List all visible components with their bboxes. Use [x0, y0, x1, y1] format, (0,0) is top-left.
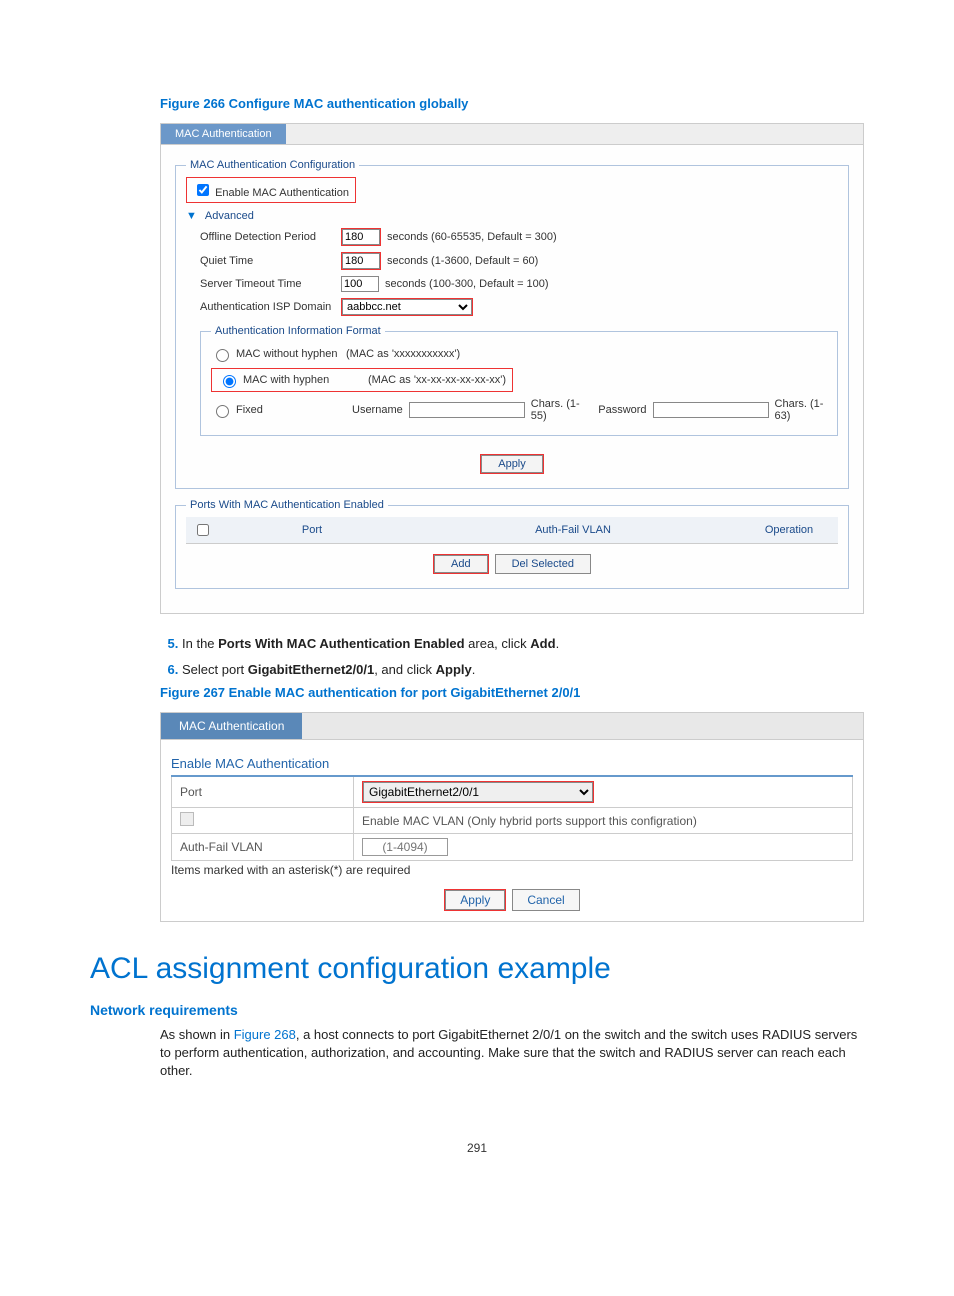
step-5: In the Ports With MAC Authentication Ena… [182, 634, 864, 654]
ports-enabled-legend: Ports With MAC Authentication Enabled [186, 499, 388, 511]
password-chars-hint: Chars. (1-63) [775, 398, 827, 422]
figure-267-caption: Figure 267 Enable MAC authentication for… [160, 685, 864, 700]
ports-th-port: Port [218, 517, 406, 544]
server-timeout-input[interactable] [341, 276, 379, 292]
mac-without-hyphen-label: MAC without hyphen [236, 348, 338, 360]
step-list: In the Ports With MAC Authentication Ena… [182, 634, 864, 679]
enable-mac-auth-label: Enable MAC Authentication [215, 187, 349, 199]
required-note: Items marked with an asterisk(*) are req… [161, 861, 863, 883]
ports-th-vlan: Auth-Fail VLAN [406, 517, 740, 544]
auth-fail-vlan-label: Auth-Fail VLAN [172, 834, 354, 861]
mac-auth-panel-2: MAC Authentication Enable MAC Authentica… [160, 712, 864, 922]
section-subheading-netreq: Network requirements [90, 1002, 864, 1018]
offline-detection-hint: seconds (60-65535, Default = 300) [387, 231, 557, 243]
auth-info-format-legend: Authentication Information Format [211, 325, 385, 337]
mac-auth-panel-1: MAC Authentication MAC Authentication Co… [160, 123, 864, 614]
body-paragraph: As shown in Figure 268, a host connects … [160, 1026, 864, 1081]
mac-auth-config-legend: MAC Authentication Configuration [186, 159, 359, 171]
password-input[interactable] [653, 402, 769, 418]
enable-mac-auth-checkbox[interactable] [197, 184, 209, 196]
mac-without-hyphen-radio[interactable] [216, 349, 229, 362]
auth-info-format-fieldset: Authentication Information Format MAC wi… [200, 325, 838, 436]
mac-with-hyphen-hint: (MAC as 'xx-xx-xx-xx-xx-xx') [368, 374, 506, 386]
tab-bar-1: MAC Authentication [161, 124, 863, 145]
server-timeout-label: Server Timeout Time [200, 278, 335, 290]
fixed-label: Fixed [236, 404, 263, 416]
enable-mac-auth-form: Port GigabitEthernet2/0/1 Enable MAC VLA… [171, 775, 853, 861]
isp-domain-select[interactable]: aabbcc.net [342, 299, 472, 315]
offline-detection-label: Offline Detection Period [200, 231, 335, 243]
page-number: 291 [90, 1141, 864, 1155]
username-input[interactable] [409, 402, 525, 418]
username-label: Username [352, 404, 403, 416]
figure-268-link[interactable]: Figure 268 [234, 1027, 296, 1042]
quiet-time-input[interactable] [342, 253, 380, 269]
quiet-time-label: Quiet Time [200, 255, 335, 267]
mac-with-hyphen-label: MAC with hyphen [243, 374, 329, 386]
figure-266-caption: Figure 266 Configure MAC authentication … [160, 96, 864, 111]
advanced-toggle-icon[interactable]: ▼ [186, 210, 197, 222]
quiet-time-hint: seconds (1-3600, Default = 60) [387, 255, 538, 267]
offline-detection-input[interactable] [342, 229, 380, 245]
ports-enabled-fieldset: Ports With MAC Authentication Enabled Po… [175, 499, 849, 589]
section-heading-acl: ACL assignment configuration example [90, 952, 864, 986]
cancel-button[interactable]: Cancel [512, 889, 579, 911]
tab-mac-auth-2[interactable]: MAC Authentication [161, 713, 302, 739]
ports-table: Port Auth-Fail VLAN Operation [186, 517, 838, 544]
server-timeout-hint: seconds (100-300, Default = 100) [385, 278, 549, 290]
mac-auth-config-fieldset: MAC Authentication Configuration Enable … [175, 159, 849, 489]
apply-button-1[interactable]: Apply [481, 455, 543, 473]
step-6: Select port GigabitEthernet2/0/1, and cl… [182, 660, 864, 680]
advanced-toggle-label[interactable]: Advanced [205, 210, 254, 222]
tab-bar-2: MAC Authentication [161, 713, 863, 740]
auth-fail-vlan-input[interactable] [362, 838, 448, 856]
mac-vlan-label: Enable MAC VLAN (Only hybrid ports suppo… [354, 808, 853, 834]
ports-th-op: Operation [740, 517, 838, 544]
ports-select-all-checkbox[interactable] [197, 524, 209, 536]
enable-mac-auth-title: Enable MAC Authentication [161, 740, 863, 775]
username-chars-hint: Chars. (1-55) [531, 398, 583, 422]
isp-domain-label: Authentication ISP Domain [200, 301, 335, 313]
tab-mac-auth-1[interactable]: MAC Authentication [161, 124, 286, 144]
port-label: Port [172, 776, 354, 808]
add-button[interactable]: Add [434, 555, 488, 573]
mac-with-hyphen-radio[interactable] [223, 375, 236, 388]
port-select[interactable]: GigabitEthernet2/0/1 [363, 782, 593, 802]
mac-vlan-checkbox [180, 812, 194, 826]
enable-mac-auth-highlight: Enable MAC Authentication [186, 177, 356, 203]
apply-button-2[interactable]: Apply [445, 890, 505, 910]
del-selected-button[interactable]: Del Selected [495, 554, 591, 574]
fixed-radio[interactable] [216, 405, 229, 418]
password-label: Password [598, 404, 646, 416]
mac-without-hyphen-hint: (MAC as 'xxxxxxxxxxx') [346, 348, 460, 360]
